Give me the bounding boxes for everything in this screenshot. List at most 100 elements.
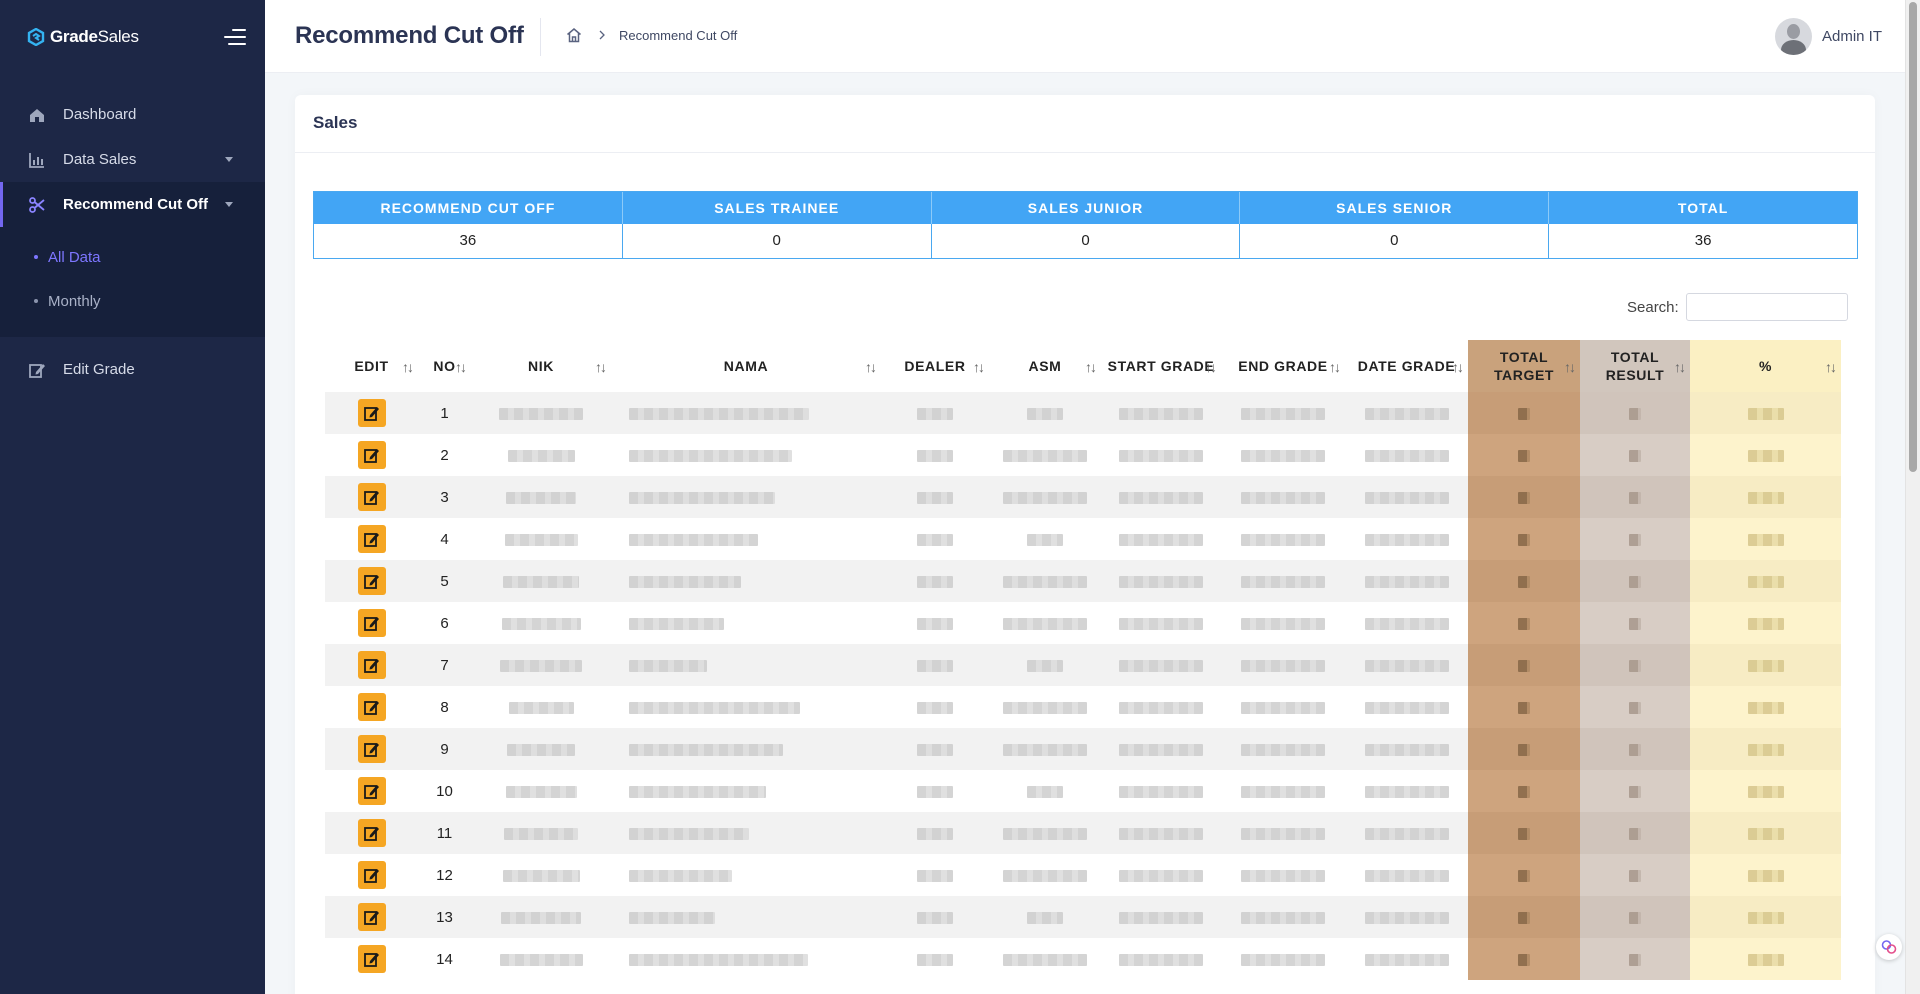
sidebar-item-recommend-cut-off[interactable]: Recommend Cut Off (0, 182, 265, 227)
end-grade-cell (1221, 560, 1345, 602)
sidebar-item-edit-grade[interactable]: Edit Grade (0, 347, 265, 392)
column-header-nik[interactable]: NIK ↑↓ (471, 340, 611, 392)
redacted-value (629, 449, 792, 462)
sidebar-item-dashboard[interactable]: Dashboard (0, 92, 265, 137)
date-grade-cell (1345, 938, 1468, 980)
redacted-value (917, 785, 953, 798)
redacted-value (629, 575, 741, 588)
home-icon[interactable] (565, 26, 583, 44)
total-target-cell (1468, 518, 1580, 560)
sort-icon[interactable]: ↑↓ (1085, 358, 1097, 376)
edit-row-button[interactable] (357, 777, 386, 805)
edit-cell (325, 686, 418, 728)
edit-row-button[interactable] (357, 525, 386, 553)
redacted-value (1241, 407, 1325, 420)
edit-row-button[interactable] (357, 567, 386, 595)
nik-cell (471, 560, 611, 602)
edit-row-button[interactable] (357, 609, 386, 637)
column-header-edit[interactable]: EDIT ↑↓ (325, 340, 418, 392)
nama-cell (611, 392, 881, 434)
column-header-nama[interactable]: NAMA ↑↓ (611, 340, 881, 392)
edit-row-button[interactable] (357, 945, 386, 973)
brand-logo[interactable]: Grade Sales (27, 27, 139, 47)
column-header-start-grade[interactable]: START GRADE ↑↓ (1101, 340, 1221, 392)
redacted-value (1119, 953, 1203, 966)
brain-icon (1881, 940, 1897, 954)
total-target-cell (1468, 728, 1580, 770)
nama-cell (611, 476, 881, 518)
search-box: Search: (1627, 293, 1848, 321)
total-result-cell (1580, 560, 1690, 602)
edit-row-button[interactable] (357, 861, 386, 889)
summary-value: 0 (623, 224, 932, 258)
dealer-cell (881, 728, 989, 770)
asm-cell (989, 644, 1101, 686)
redacted-value (1027, 533, 1063, 546)
redacted-value (1629, 785, 1641, 798)
end-grade-cell (1221, 896, 1345, 938)
nama-cell (611, 686, 881, 728)
sort-icon[interactable]: ↑↓ (1825, 358, 1837, 376)
edit-row-button[interactable] (357, 903, 386, 931)
dealer-cell (881, 938, 989, 980)
edit-icon (363, 743, 379, 757)
date-grade-cell (1345, 644, 1468, 686)
edit-cell (325, 518, 418, 560)
column-header-dealer[interactable]: DEALER ↑↓ (881, 340, 989, 392)
edit-row-button[interactable] (357, 693, 386, 721)
percent-cell (1690, 434, 1841, 476)
sort-icon[interactable]: ↑↓ (455, 358, 467, 376)
table-row: 14 (325, 938, 1841, 980)
sidebar-subitem-all-data[interactable]: All Data (0, 235, 265, 279)
nama-cell (611, 938, 881, 980)
total-target-cell (1468, 602, 1580, 644)
edit-icon (29, 363, 45, 378)
edit-row-button[interactable] (357, 483, 386, 511)
sidebar-subitem-monthly[interactable]: Monthly (0, 279, 265, 323)
column-header-no[interactable]: NO ↑↓ (418, 340, 471, 392)
menu-toggle-icon[interactable] (224, 28, 246, 46)
edit-row-button[interactable] (357, 399, 386, 427)
column-header-date-grade[interactable]: DATE GRADE ↑↓ (1345, 340, 1468, 392)
column-header-end-grade[interactable]: END GRADE ↑↓ (1221, 340, 1345, 392)
sort-icon[interactable]: ↑↓ (973, 358, 985, 376)
redacted-value (504, 827, 578, 840)
column-header-percent[interactable]: % ↑↓ (1690, 340, 1841, 392)
redacted-value (1003, 827, 1087, 840)
sort-icon[interactable]: ↑↓ (1674, 358, 1686, 376)
user-menu[interactable]: Admin IT (1775, 18, 1882, 55)
edit-row-button[interactable] (357, 651, 386, 679)
sort-icon[interactable]: ↑↓ (1564, 358, 1576, 376)
redacted-value (501, 911, 581, 924)
sidebar-item-data-sales[interactable]: Data Sales (0, 137, 265, 182)
redacted-value (1629, 533, 1641, 546)
nik-cell (471, 854, 611, 896)
sort-icon[interactable]: ↑↓ (865, 358, 877, 376)
edit-row-button[interactable] (357, 819, 386, 847)
column-header-total-target[interactable]: TOTAL TARGET ↑↓ (1468, 340, 1580, 392)
sort-icon[interactable]: ↑↓ (595, 358, 607, 376)
scrollbar-thumb[interactable] (1909, 2, 1917, 472)
column-header-asm[interactable]: ASM ↑↓ (989, 340, 1101, 392)
redacted-value (1119, 491, 1203, 504)
total-result-cell (1580, 518, 1690, 560)
redacted-value (1518, 743, 1530, 756)
redacted-value (1241, 533, 1325, 546)
dealer-cell (881, 770, 989, 812)
edit-row-button[interactable] (357, 735, 386, 763)
percent-cell (1690, 560, 1841, 602)
redacted-value (917, 407, 953, 420)
sort-icon[interactable]: ↑↓ (1329, 358, 1341, 376)
page-scrollbar[interactable] (1905, 0, 1920, 994)
redacted-value (917, 701, 953, 714)
percent-cell (1690, 686, 1841, 728)
assistant-button[interactable] (1876, 934, 1902, 960)
sort-icon[interactable]: ↑↓ (1452, 358, 1464, 376)
edit-row-button[interactable] (357, 441, 386, 469)
column-header-total-result[interactable]: TOTAL RESULT ↑↓ (1580, 340, 1690, 392)
avatar[interactable] (1775, 18, 1812, 55)
end-grade-cell (1221, 644, 1345, 686)
sort-icon[interactable]: ↑↓ (1205, 358, 1217, 376)
sort-icon[interactable]: ↑↓ (402, 358, 414, 376)
search-input[interactable] (1685, 293, 1848, 321)
